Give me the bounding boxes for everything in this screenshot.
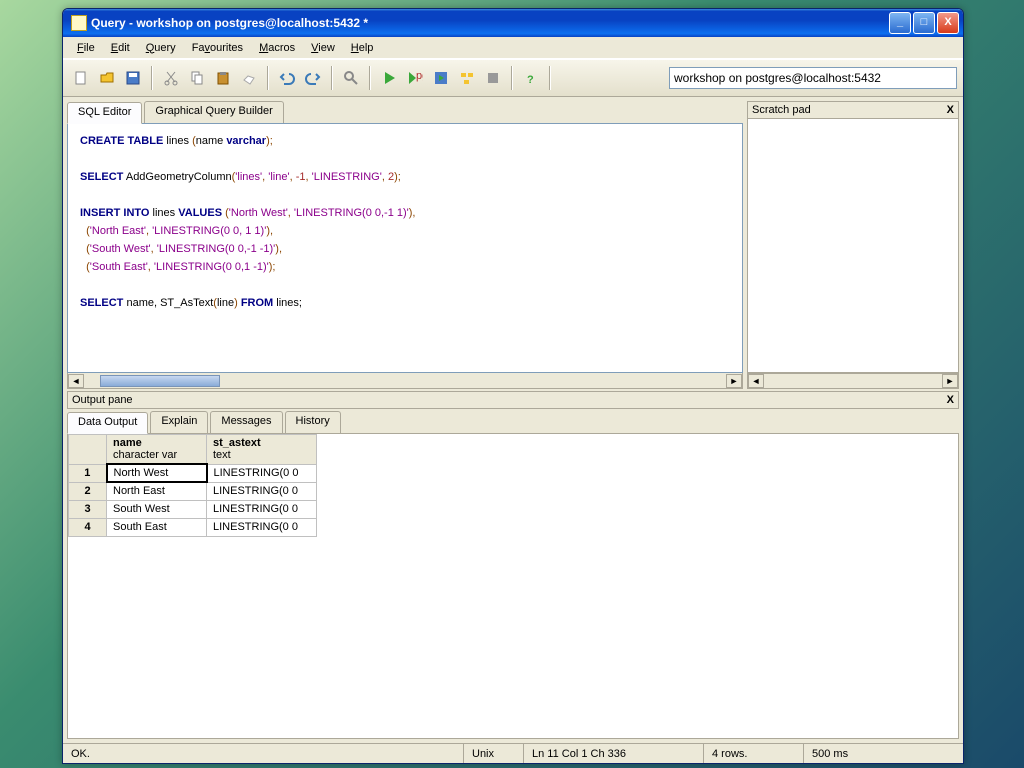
col-header-name[interactable]: namecharacter var [107, 435, 207, 465]
menu-file[interactable]: File [69, 40, 103, 56]
editor-hscrollbar[interactable]: ◄► [67, 373, 743, 389]
tab-data-output[interactable]: Data Output [67, 412, 148, 434]
row-header-blank[interactable] [69, 435, 107, 465]
explain-icon[interactable] [455, 66, 479, 90]
sql-editor[interactable]: CREATE TABLE lines (name varchar); SELEC… [67, 123, 743, 373]
paste-icon[interactable] [211, 66, 235, 90]
output-pane-title: Output pane [72, 394, 133, 406]
tab-sql-editor[interactable]: SQL Editor [67, 102, 142, 124]
window-title: Query - workshop on postgres@localhost:5… [91, 16, 889, 30]
output-close-icon[interactable]: X [947, 394, 954, 406]
tab-history[interactable]: History [285, 411, 341, 433]
table-row[interactable]: 3South WestLINESTRING(0 0 [69, 500, 317, 518]
scratch-pad-panel: Scratch pad X ◄► [747, 101, 959, 389]
tab-explain[interactable]: Explain [150, 411, 208, 433]
titlebar[interactable]: Query - workshop on postgres@localhost:5… [63, 9, 963, 37]
copy-icon[interactable] [185, 66, 209, 90]
find-icon[interactable] [339, 66, 363, 90]
execute-pgscript-icon[interactable]: pg [403, 66, 427, 90]
svg-text:?: ? [527, 74, 534, 86]
connection-selector[interactable] [669, 67, 957, 89]
editor-panel: SQL Editor Graphical Query Builder CREAT… [67, 101, 743, 389]
execute-icon[interactable] [377, 66, 401, 90]
minimize-button[interactable]: _ [889, 12, 911, 34]
menu-help[interactable]: Help [343, 40, 382, 56]
status-ok: OK. [63, 744, 463, 763]
undo-icon[interactable] [275, 66, 299, 90]
menu-favourites[interactable]: Favourites [184, 40, 251, 56]
scratch-pad-title: Scratch pad [752, 104, 811, 116]
table-row[interactable]: 1North WestLINESTRING(0 0 [69, 464, 317, 482]
status-position: Ln 11 Col 1 Ch 336 [523, 744, 703, 763]
menu-query[interactable]: Query [138, 40, 184, 56]
scratch-pad[interactable] [747, 119, 959, 373]
maximize-button[interactable]: □ [913, 12, 935, 34]
table-row[interactable]: 2North EastLINESTRING(0 0 [69, 482, 317, 500]
save-icon[interactable] [121, 66, 145, 90]
close-button[interactable]: X [937, 12, 959, 34]
clear-icon[interactable] [237, 66, 261, 90]
scratch-hscrollbar[interactable]: ◄► [747, 373, 959, 389]
open-icon[interactable] [95, 66, 119, 90]
col-header-stastext[interactable]: st_astexttext [207, 435, 317, 465]
cancel-icon[interactable] [481, 66, 505, 90]
help-icon[interactable]: ? [519, 66, 543, 90]
cut-icon[interactable] [159, 66, 183, 90]
menubar: File Edit Query Favourites Macros View H… [63, 37, 963, 59]
status-mode: Unix [463, 744, 523, 763]
tab-graphical-query-builder[interactable]: Graphical Query Builder [144, 101, 283, 123]
menu-macros[interactable]: Macros [251, 40, 303, 56]
scratch-close-icon[interactable]: X [947, 104, 954, 116]
new-icon[interactable] [69, 66, 93, 90]
menu-edit[interactable]: Edit [103, 40, 138, 56]
table-row[interactable]: 4South EastLINESTRING(0 0 [69, 518, 317, 536]
toolbar: pg ? [63, 59, 963, 97]
output-pane: Output pane X Data Output Explain Message… [67, 391, 959, 739]
menu-view[interactable]: View [303, 40, 343, 56]
tab-messages[interactable]: Messages [210, 411, 282, 433]
query-window: Query - workshop on postgres@localhost:5… [62, 8, 964, 764]
svg-text:pg: pg [416, 70, 423, 82]
result-grid[interactable]: namecharacter var st_astexttext 1North W… [67, 433, 959, 739]
app-icon [71, 15, 87, 31]
statusbar: OK. Unix Ln 11 Col 1 Ch 336 4 rows. 500 … [63, 743, 963, 763]
status-rows: 4 rows. [703, 744, 803, 763]
redo-icon[interactable] [301, 66, 325, 90]
status-time: 500 ms [803, 744, 963, 763]
execute-file-icon[interactable] [429, 66, 453, 90]
